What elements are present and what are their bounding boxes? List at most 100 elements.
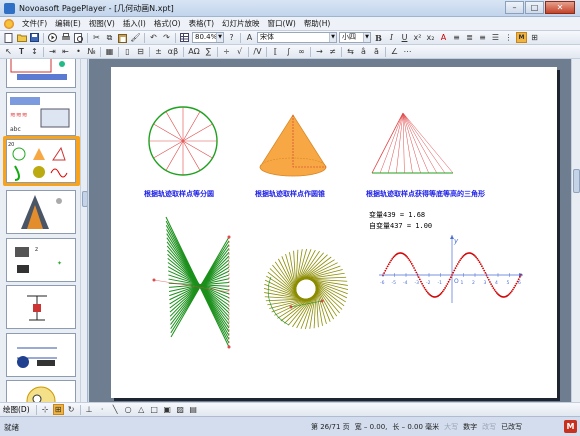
relation-icon[interactable]: ≠: [327, 46, 338, 57]
minimize-button[interactable]: –: [505, 1, 524, 14]
list-icon[interactable]: ⋮: [503, 32, 514, 43]
point-icon[interactable]: ·: [97, 404, 108, 415]
equation-icon[interactable]: ∑: [203, 46, 214, 57]
bold-button[interactable]: B: [373, 32, 384, 43]
style-icon[interactable]: A: [244, 32, 255, 43]
envelope-curve[interactable]: [152, 216, 231, 349]
bullet-icon[interactable]: •: [73, 46, 84, 57]
copy-icon[interactable]: ⧉: [104, 32, 115, 43]
menu-window[interactable]: 窗口(W): [264, 18, 300, 29]
close-button[interactable]: ✕: [545, 1, 575, 14]
grid-snap-icon[interactable]: ⊞: [52, 404, 64, 415]
undo-icon[interactable]: ↶: [148, 32, 159, 43]
redo-icon[interactable]: ↷: [161, 32, 172, 43]
menu-format[interactable]: 格式(O): [150, 18, 185, 29]
justify-icon[interactable]: ☰: [490, 32, 501, 43]
scrollbar-thumb[interactable]: [82, 191, 87, 207]
select-pointer-icon[interactable]: ⊹: [40, 404, 51, 415]
settings-icon[interactable]: ⊞: [529, 32, 540, 43]
table-icon[interactable]: [179, 32, 190, 43]
print-icon[interactable]: [60, 32, 71, 43]
symbol-icon[interactable]: AΩ: [187, 46, 201, 57]
indent-icon[interactable]: ⇥: [47, 46, 58, 57]
menu-insert[interactable]: 插入(I): [119, 18, 150, 29]
thumbnail-scrollbar[interactable]: [80, 59, 87, 402]
slide-thumbnail[interactable]: [6, 333, 76, 377]
vector-icon[interactable]: /V: [252, 46, 263, 57]
slide-thumbnail-selected[interactable]: 20: [6, 139, 76, 183]
triangle-figure[interactable]: [371, 112, 454, 174]
help-icon[interactable]: ?: [226, 32, 237, 43]
line-spacing-icon[interactable]: ↕: [29, 46, 40, 57]
slide-thumbnail[interactable]: [6, 285, 76, 329]
fraction-icon[interactable]: ÷: [221, 46, 232, 57]
align-right-icon[interactable]: ≡: [477, 32, 488, 43]
maximize-button[interactable]: □: [525, 1, 544, 14]
arrow-icon[interactable]: →: [314, 46, 325, 57]
axis-icon[interactable]: ⊥: [84, 404, 95, 415]
align-left-icon[interactable]: ≡: [451, 32, 462, 43]
root-icon[interactable]: √: [234, 46, 245, 57]
cursor-icon[interactable]: ↖: [3, 46, 14, 57]
textbox-icon[interactable]: ▤: [188, 404, 199, 415]
scrollbar-thumb[interactable]: [573, 169, 580, 193]
divided-circle[interactable]: [148, 106, 218, 176]
swap-icon[interactable]: ⇆: [345, 46, 356, 57]
menu-file[interactable]: 文件(F): [18, 18, 51, 29]
integral-icon[interactable]: ∫: [283, 46, 294, 57]
grid-icon[interactable]: ▦: [104, 46, 115, 57]
slide-thumbnail[interactable]: [6, 380, 76, 402]
menu-table[interactable]: 表格(T): [185, 18, 218, 29]
slide-thumbnail[interactable]: ≋≋≋ abc: [6, 92, 76, 136]
font-color-icon[interactable]: A: [438, 32, 449, 43]
angle-icon[interactable]: ∠: [389, 46, 400, 57]
image-icon[interactable]: ▣: [162, 404, 173, 415]
cut-icon[interactable]: ✂: [91, 32, 102, 43]
sine-graph[interactable]: y O -6 -5 -4 -3 -2 -1 1 2 3 4 5 6: [379, 235, 523, 303]
format-painter-icon[interactable]: 🖌: [130, 32, 141, 43]
rectangle-icon[interactable]: □: [149, 404, 160, 415]
new-file-icon[interactable]: [3, 32, 14, 43]
dots-icon[interactable]: ⋯: [402, 46, 413, 57]
menu-help[interactable]: 帮助(H): [300, 18, 335, 29]
matrix-icon[interactable]: ⟦: [270, 46, 281, 57]
zoom-select[interactable]: 80.4% ▼: [192, 32, 224, 43]
canvas-scrollbar[interactable]: [571, 59, 580, 402]
slide-thumbnail[interactable]: [6, 59, 76, 88]
number-icon[interactable]: №: [86, 46, 97, 57]
italic-button[interactable]: I: [386, 32, 397, 43]
slide-thumbnail[interactable]: z ✦: [6, 238, 76, 282]
mode-toggle-icon[interactable]: M: [516, 32, 527, 43]
menu-slideshow[interactable]: 幻灯片放映: [218, 18, 264, 29]
triangle-icon[interactable]: △: [136, 404, 147, 415]
limit-icon[interactable]: ∞: [296, 46, 307, 57]
text-box-icon[interactable]: 𝐓: [16, 46, 27, 57]
line-icon[interactable]: ╲: [110, 404, 121, 415]
slide-page[interactable]: y O -6 -5 -4 -3 -2 -1 1 2 3 4 5 6 根据轨迹取样点等分圆 根据轨迹取样…: [111, 67, 557, 398]
underline-button[interactable]: U: [399, 32, 410, 43]
merge-icon[interactable]: ⊟: [135, 46, 146, 57]
play-icon[interactable]: [47, 32, 58, 43]
open-folder-icon[interactable]: [16, 32, 27, 43]
menu-edit[interactable]: 编辑(E): [51, 18, 85, 29]
overline-icon[interactable]: ā: [371, 46, 382, 57]
rotating-line-figure[interactable]: [263, 248, 349, 330]
app-menu-icon[interactable]: [4, 18, 14, 29]
superscript-icon[interactable]: x²: [412, 32, 423, 43]
subscript-icon[interactable]: x₂: [425, 32, 436, 43]
border-icon[interactable]: ▯: [122, 46, 133, 57]
font-select[interactable]: 宋体 ▼: [257, 32, 337, 43]
menu-view[interactable]: 视图(V): [85, 18, 119, 29]
rotate-icon[interactable]: ↻: [66, 404, 77, 415]
cone-figure[interactable]: [259, 114, 327, 177]
align-center-icon[interactable]: ≣: [464, 32, 475, 43]
accent-icon[interactable]: â: [358, 46, 369, 57]
preview-icon[interactable]: [73, 32, 84, 43]
drawing-menu[interactable]: 绘图(D): [3, 404, 30, 415]
picture-icon[interactable]: ▨: [175, 404, 186, 415]
plus-minus-icon[interactable]: ±: [153, 46, 164, 57]
outdent-icon[interactable]: ⇤: [60, 46, 71, 57]
slide-thumbnail[interactable]: [6, 190, 76, 234]
greek-icon[interactable]: αβ: [166, 46, 180, 57]
circle-icon[interactable]: ○: [123, 404, 134, 415]
